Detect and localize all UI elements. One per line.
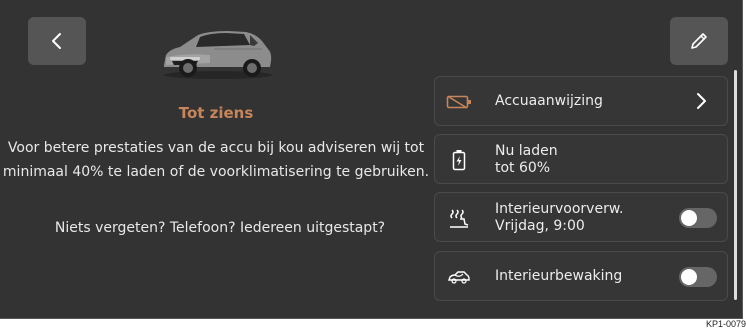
tile-battery-indicator[interactable]: Accuaanwijzing <box>434 76 728 126</box>
message-question: Niets vergeten? Telefoon? Iedereen uitge… <box>54 220 386 236</box>
scrollbar[interactable] <box>734 70 737 300</box>
tile-interior-preheat-line2: Vrijdag, 9:00 <box>495 218 585 234</box>
chevron-right-icon <box>697 93 706 109</box>
pencil-icon <box>691 33 707 49</box>
tile-interior-monitoring-label: Interieurbewaking <box>495 268 623 284</box>
interior-preheat-toggle[interactable] <box>679 208 717 228</box>
message-title: Tot ziens <box>178 104 254 122</box>
back-button[interactable] <box>28 17 86 65</box>
tile-interior-monitoring[interactable]: Interieurbewaking <box>434 251 728 301</box>
interior-monitoring-icon <box>445 264 473 290</box>
infotainment-screen: Tot ziens Voor betere prestaties van de … <box>0 0 743 319</box>
chevron-left-icon <box>52 33 61 49</box>
tile-interior-preheat-line1: Interieurvoorverw. <box>495 201 624 217</box>
edit-button[interactable] <box>670 17 728 65</box>
car-image <box>164 31 272 79</box>
reference-code: KP1-0079 <box>705 319 746 329</box>
charging-icon <box>445 147 473 173</box>
toggle-knob <box>681 269 697 285</box>
tile-charge-now-line1: Nu laden <box>495 143 558 159</box>
battery-indicator-icon <box>445 89 473 115</box>
tile-charge-now[interactable]: Nu laden tot 60% <box>434 134 728 184</box>
tile-charge-now-line2: tot 60% <box>495 160 551 176</box>
toggle-knob <box>681 210 697 226</box>
interior-monitoring-toggle[interactable] <box>679 267 717 287</box>
message-body: Voor betere prestaties van de accu bij k… <box>2 140 430 180</box>
tile-interior-preheat[interactable]: Interieurvoorverw. Vrijdag, 9:00 <box>434 192 728 242</box>
tile-battery-indicator-label: Accuaanwijzing <box>495 93 603 109</box>
interior-preheat-icon <box>445 205 473 231</box>
